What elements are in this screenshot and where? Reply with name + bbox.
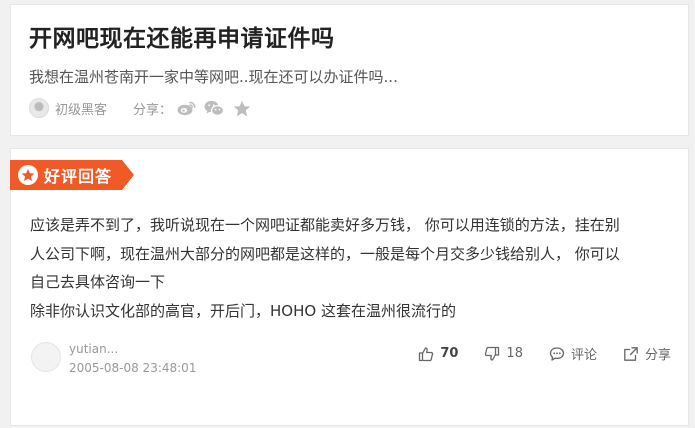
comment-icon	[549, 346, 565, 361]
like-count: 70	[440, 346, 459, 361]
answer-time: 2005-08-08 23:48:01	[69, 361, 197, 375]
badge-label: 好评回答	[44, 167, 113, 186]
share-button[interactable]: 分享	[623, 344, 671, 363]
dislike-button[interactable]: 18	[484, 346, 523, 362]
dislike-count: 18	[506, 346, 523, 361]
answerer-avatar[interactable]	[31, 342, 61, 372]
answer-actions: 70 18 评论 分享	[392, 344, 671, 363]
thumbs-down-icon	[485, 346, 500, 361]
question-card: 开网吧现在还能再申请证件吗 我想在温州苍南开一家中等网吧..现在还可以办证件吗.…	[10, 4, 689, 136]
answerer-name[interactable]: yutian...	[69, 342, 118, 356]
wechat-icon[interactable]	[204, 98, 225, 118]
answer-line: 除非你认识文化部的高官，开后门，HOHO 这套在温州很流行的	[30, 301, 456, 320]
question-meta: 初级黑客 分享：	[29, 97, 260, 119]
asker-name[interactable]: 初级黑客	[55, 99, 107, 118]
asker-avatar[interactable]	[29, 98, 49, 118]
comment-label: 评论	[570, 348, 597, 363]
share-icon	[624, 346, 638, 361]
answer-text: 应该是弄不到了，我听说现在一个网吧证都能卖好多万钱， 你可以用连锁的方法，挂在别…	[30, 211, 670, 325]
weibo-icon[interactable]	[176, 98, 196, 118]
answer-line: 人公司下啊，现在温州大部分的网吧都是这样的，一般是每个月交多少钱给别人， 你可以	[30, 244, 620, 263]
answer-line: 自己去具体咨询一下	[30, 273, 166, 291]
like-button[interactable]: 70	[418, 346, 458, 362]
question-description: 我想在温州苍南开一家中等网吧..现在还可以办证件吗...	[29, 68, 398, 86]
share-label: 分享：	[133, 102, 173, 118]
answer-meta: yutian... 2005-08-08 23:48:01 70 18 评论 分…	[31, 339, 671, 379]
question-title: 开网吧现在还能再申请证件吗	[29, 26, 335, 52]
comment-button[interactable]: 评论	[549, 344, 597, 363]
thumbs-up-icon	[419, 346, 434, 361]
badge-star-icon	[18, 165, 38, 185]
answer-card: 好评回答 应该是弄不到了，我听说现在一个网吧证都能卖好多万钱， 你可以用连锁的方…	[10, 148, 689, 426]
star-icon[interactable]	[232, 98, 252, 118]
answer-line: 应该是弄不到了，我听说现在一个网吧证都能卖好多万钱， 你可以用连锁的方法，挂在别	[30, 216, 620, 234]
best-answer-badge: 好评回答	[10, 160, 134, 190]
share-label: 分享	[644, 348, 671, 363]
